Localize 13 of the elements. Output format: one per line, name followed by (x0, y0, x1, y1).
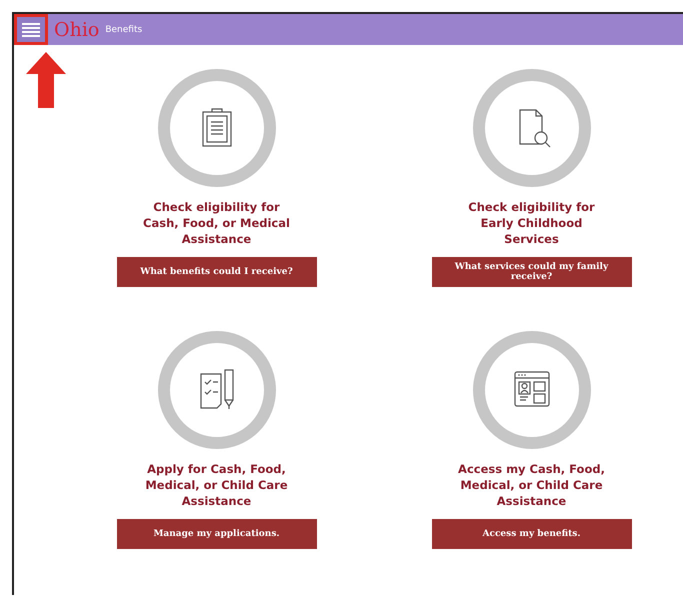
logo-text: Ohio (54, 18, 100, 40)
action-button[interactable]: Manage my applications. (116, 519, 316, 549)
action-button[interactable]: What services could my family receive? (432, 257, 632, 287)
menu-button[interactable] (14, 14, 48, 45)
card-title: Check eligibility for Cash, Food, or Medical Assistance (142, 199, 291, 247)
action-button[interactable]: Access my benefits. (432, 519, 632, 549)
annotation-arrow (26, 52, 66, 108)
card-title: Access my Cash, Food, Medical, or Child Care Assistance (457, 461, 606, 509)
menu-icon (22, 22, 40, 36)
card-title: Check eligibility for Early Childhood Services (467, 199, 596, 247)
action-button[interactable]: What benefits could I receive? (116, 257, 316, 287)
card-title: Apply for Cash, Food, Medical, or Child Care Assistance (144, 461, 289, 509)
site-subtitle: Benefits (105, 24, 142, 34)
